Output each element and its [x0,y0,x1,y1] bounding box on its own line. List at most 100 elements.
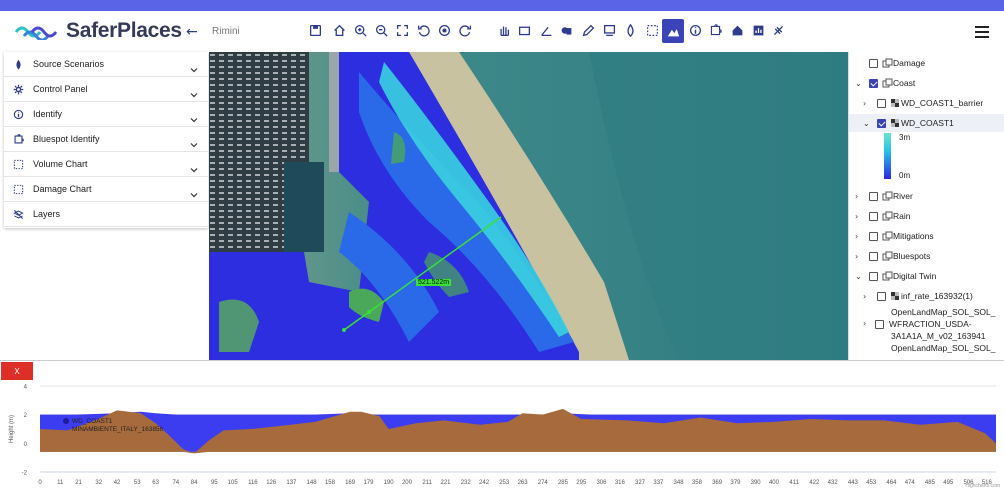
layer-river[interactable]: › River [849,187,1004,205]
panel-item-label: Layers [33,209,61,219]
chevron-right-icon[interactable]: › [855,192,863,201]
chevron-down-icon[interactable]: ⌄ [863,119,871,128]
legend-series-name[interactable]: WD_COAST1 [72,418,113,425]
x-tick-label: 474 [905,480,916,486]
x-tick-label: 453 [866,480,877,486]
chevron-right-icon[interactable]: › [855,232,863,241]
map-view[interactable]: 521.522m [209,52,848,360]
map-canvas [209,52,848,360]
layer-rain[interactable]: › Rain [849,207,1004,225]
panel-item-bluespot-identify[interactable]: Bluespot Identify [4,127,208,152]
layer-checkbox[interactable] [869,78,878,88]
layer-checkbox[interactable] [869,58,878,68]
save-icon[interactable] [306,21,324,39]
chevron-down-icon[interactable] [190,134,198,148]
panel-item-control-panel[interactable]: Control Panel [4,77,208,102]
x-tick-label: 390 [751,480,762,486]
layer-openlandmap-wfraction[interactable]: › OpenLandMap_SOL_SOL_ WFRACTION_USDA- 3A1A… [849,305,1004,360]
satellite-icon[interactable] [769,21,787,39]
chart-icon[interactable] [749,21,767,39]
panel-item-label: Damage Chart [33,184,92,194]
water-drop-icon[interactable] [621,21,639,39]
x-tick-label: 443 [848,480,859,486]
x-tick-label: 263 [518,480,529,486]
chart-credit[interactable]: Highcharts.com [965,483,1000,489]
record-icon[interactable] [435,21,453,39]
layer-checkbox[interactable] [869,251,878,261]
profile-icon[interactable] [662,19,684,43]
chevron-down-icon[interactable] [190,84,198,98]
layer-checkbox[interactable] [869,191,878,201]
select-area-icon[interactable] [643,21,661,39]
layer-checkbox[interactable] [875,320,884,329]
layer-checkbox[interactable] [877,118,886,128]
rotate-left-icon[interactable] [414,21,432,39]
rectangle-icon[interactable] [515,21,533,39]
home-icon[interactable] [330,21,348,39]
layer-inf-rate-163932-1-[interactable]: › inf_rate_163932(1) [849,287,1004,305]
layer-checkbox[interactable] [869,271,878,281]
panel-item-source-scenarios[interactable]: Source Scenarios [4,52,208,77]
x-tick-label: 348 [674,480,685,486]
x-tick-label: 485 [925,480,936,486]
raster-layer-icon [890,291,901,301]
layer-coast[interactable]: ⌄ Coast [849,74,1004,92]
rotate-right-icon[interactable] [456,21,474,39]
draw-icon[interactable] [579,21,597,39]
panel-item-label: Volume Chart [33,159,88,169]
layer-digital-twin[interactable]: ⌄ Digital Twin [849,267,1004,285]
layer-damage[interactable]: Damage [849,54,1004,72]
x-tick-label: 53 [134,480,141,486]
x-tick-label: 432 [828,480,839,486]
zoom-in-icon[interactable] [351,21,369,39]
x-tick-label: 358 [692,480,703,486]
chevron-right-icon[interactable]: › [863,99,871,108]
legend-series-name[interactable]: MINAMBIENTE_ITALY_163856 [72,426,164,433]
layer-bluespots[interactable]: › Bluespots [849,247,1004,265]
chevron-down-icon[interactable] [190,159,198,173]
puzzle-icon[interactable] [706,21,724,39]
hand-icon[interactable] [494,21,512,39]
profile-distance-label: 521.522m [416,279,452,286]
chevron-down-icon[interactable] [190,109,198,123]
chevron-right-icon[interactable]: › [863,292,871,301]
layer-wd-coast1[interactable]: ⌄ WD_COAST1 [849,114,1004,132]
angle-icon[interactable] [537,21,555,39]
x-tick-label: 190 [384,480,395,486]
chevron-down-icon[interactable]: ⌄ [855,79,863,88]
layer-wd-coast1-barrier[interactable]: › WD_COAST1_barrier [849,94,1004,112]
close-profile-button[interactable]: X [1,362,33,380]
top-accent-bar [0,0,1004,11]
panel-item-volume-chart[interactable]: Volume Chart [4,152,208,177]
panel-item-damage-chart[interactable]: Damage Chart [4,177,208,202]
layer-checkbox[interactable] [877,291,886,301]
shape-icon[interactable] [557,21,575,39]
layer-checkbox[interactable] [869,211,878,221]
monitor-icon[interactable] [600,21,618,39]
app-logo[interactable]: SaferPlaces [14,19,182,43]
house-icon[interactable] [728,21,746,39]
hamburger-icon[interactable] [975,26,989,38]
app-name: SaferPlaces [66,19,182,42]
chevron-down-icon[interactable]: ⌄ [855,272,863,281]
layer-group-icon [882,231,893,241]
layers-tree: Damage ⌄ Coast › WD_COAST1_barrier ⌄ WD_COAST1… [848,52,1004,360]
chevron-down-icon[interactable] [190,184,198,198]
layer-label-line: WFRACTION_USDA- [889,319,972,329]
y-tick-label: -2 [22,471,28,477]
legend-min: 0m [899,171,911,180]
chevron-right-icon[interactable]: › [855,212,863,221]
chevron-down-icon[interactable] [190,59,198,73]
layer-label: Coast [893,78,916,88]
layer-checkbox[interactable] [877,98,886,108]
layer-checkbox[interactable] [869,231,878,241]
layer-mitigations[interactable]: › Mitigations [849,227,1004,245]
zoom-out-icon[interactable] [372,21,390,39]
chevron-right-icon[interactable]: › [863,319,866,328]
info-icon[interactable] [686,21,704,39]
back-arrow-icon[interactable]: ← [186,24,198,40]
panel-item-identify[interactable]: Identify [4,102,208,127]
panel-item-layers[interactable]: Layers [4,202,208,227]
fullscreen-icon[interactable] [393,21,411,39]
chevron-right-icon[interactable]: › [855,252,863,261]
